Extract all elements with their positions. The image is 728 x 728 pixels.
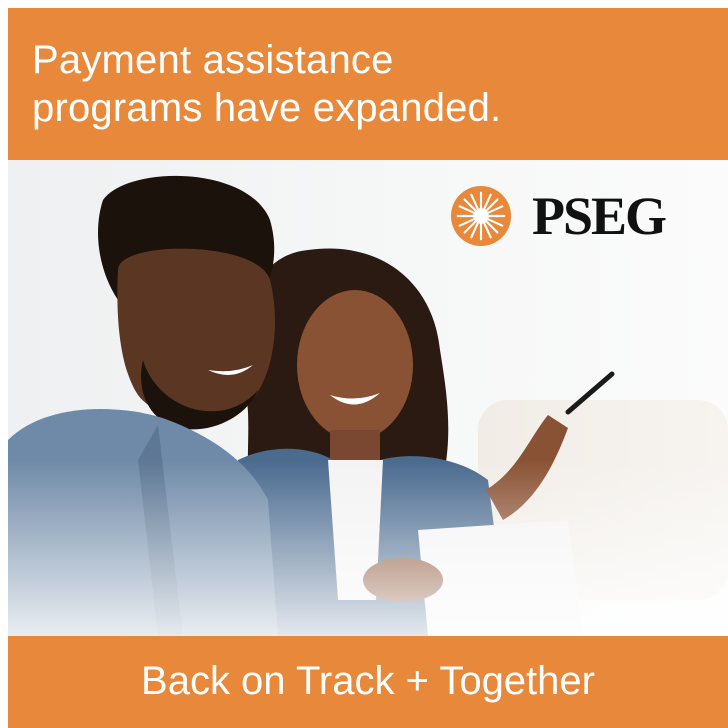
headline-line-1: Payment assistance	[32, 38, 394, 82]
headline-band: Payment assistance programs have expande…	[8, 8, 728, 160]
tagline-band: Back on Track + Together	[8, 636, 728, 728]
sunburst-logo-icon	[450, 185, 512, 247]
tagline: Back on Track + Together	[141, 659, 595, 703]
headline: Payment assistance programs have expande…	[32, 36, 501, 132]
couple-photo: PSEG	[8, 160, 728, 636]
ad-banner[interactable]: Payment assistance programs have expande…	[0, 0, 728, 728]
brand-wordmark: PSEG	[532, 186, 667, 246]
headline-line-2: programs have expanded.	[32, 86, 502, 130]
pseg-logo: PSEG	[450, 184, 667, 248]
